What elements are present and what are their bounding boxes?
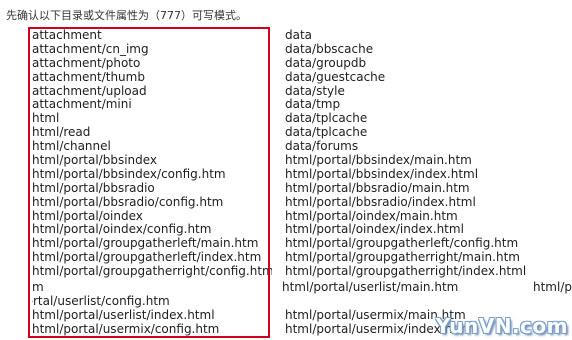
path-item: data/bbscache (285, 41, 374, 56)
right-path-list: data data/bbscache data/groupdb data/guestc… (285, 28, 527, 279)
path-item: html/portal/bbsradio/index.html (285, 194, 476, 209)
path-item: html/portal/oindex/main.htm (285, 208, 458, 223)
path-item: data/tplcache (285, 111, 368, 126)
path-item: data/style (285, 83, 345, 98)
path-item: data/tplcache (285, 125, 368, 140)
path-item: html/portal/bbsindex/main.htm (285, 153, 472, 168)
watermark-logo: YunVN.com (435, 314, 568, 338)
path-item: data/tmp (285, 97, 341, 112)
path-item: html/portal/oindex/index.html (285, 222, 464, 237)
path-item: html/portal/groupgatherleft/config.htm (285, 236, 519, 251)
path-item: html/portal/groupgatherright/main.htm (285, 250, 520, 265)
path-item: html/portal/bbsradio/main.htm (285, 180, 470, 195)
path-item: data/forums (285, 139, 359, 154)
path-item: html/portal/userlist/main.htm (282, 280, 459, 294)
path-item-clipped: html/p (533, 280, 572, 294)
highlight-box (28, 27, 270, 338)
path-item: data/guestcache (285, 69, 386, 84)
path-item: data/groupdb (285, 55, 367, 70)
path-item: data (285, 28, 313, 42)
path-item: html/portal/groupgatherright/index.html (285, 264, 527, 279)
instruction-text: 先确认以下目录或文件属性为（777）可写模式。 (6, 9, 247, 22)
path-item: html/portal/bbsindex/index.html (285, 166, 479, 181)
